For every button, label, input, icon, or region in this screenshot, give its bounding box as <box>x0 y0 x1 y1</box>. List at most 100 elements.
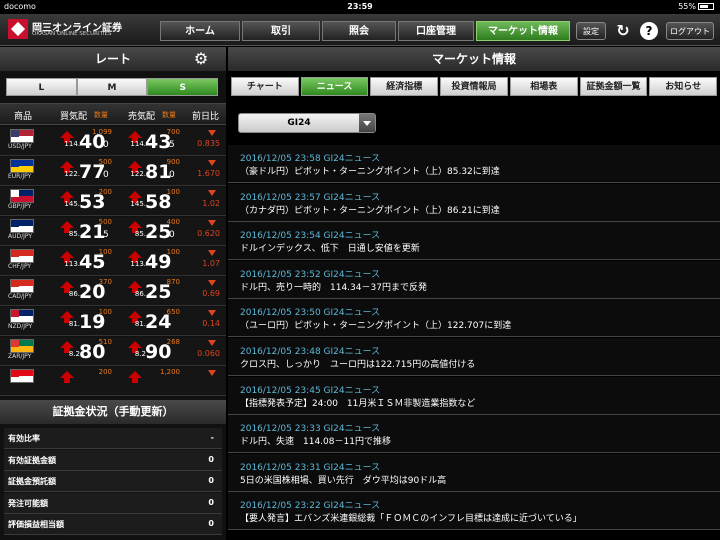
news-item[interactable]: 2016/12/05 23:54 GI24ニュース ドルインデックス、低下 日通し… <box>228 222 720 261</box>
bid-price[interactable]: 21 <box>79 221 105 243</box>
rate-row[interactable]: GBP/JPY 200 145. 53 100 145. 58 1.02 <box>0 187 226 216</box>
bid-prefix: 114. <box>64 140 80 148</box>
battery: 55% <box>678 2 714 11</box>
ask-up-arrow-icon <box>128 191 142 203</box>
news-item[interactable]: 2016/12/05 23:45 GI24ニュース 【指標発表予定】24:00 1… <box>228 376 720 415</box>
news-source-select[interactable]: GI24 <box>238 113 376 133</box>
news-item[interactable]: 2016/12/05 23:57 GI24ニュース （カナダ円）ピボット・ターニン… <box>228 183 720 222</box>
refresh-icon[interactable]: ↻ <box>614 22 632 40</box>
news-item[interactable]: 2016/12/05 23:48 GI24ニュース クロス円、しっかり ユーロ円は… <box>228 338 720 376</box>
ask-price[interactable]: 25 <box>145 221 171 243</box>
news-source-value: GI24 <box>287 118 311 128</box>
news-date: 2016/12/05 23:33 GI24ニュース <box>240 424 381 435</box>
news-date: 2016/12/05 23:22 GI24ニュース <box>240 501 381 512</box>
rate-row[interactable]: NZD/JPY 100 81. 19 650 81. 24 0.14 <box>0 307 226 336</box>
logout-button[interactable]: ログアウト <box>666 22 714 40</box>
news-headline: ドル円、失速 114.08－11円で推移 <box>240 437 391 448</box>
ask-price[interactable]: 43 <box>145 131 171 153</box>
bid-price[interactable]: 19 <box>79 311 105 333</box>
rate-row[interactable]: 200 1,200 <box>0 367 226 396</box>
help-icon[interactable]: ? <box>640 22 658 40</box>
change-arrow-icon <box>208 190 216 196</box>
rate-row[interactable]: AUD/JPY 500 85. 21 5 400 85. 25 0 0.620 <box>0 217 226 246</box>
bid-up-arrow-icon <box>60 251 74 263</box>
news-item[interactable]: 2016/12/05 23:50 GI24ニュース （ユーロ円）ピボット・ターニン… <box>228 299 720 338</box>
news-item[interactable]: 2016/12/05 23:52 GI24ニュース ドル円、売り一時的 114.3… <box>228 260 720 299</box>
rate-row[interactable]: EUR/JPY 500 122. 77 0 900 122. 81 0 1.67… <box>0 157 226 186</box>
ask-quantity: 1,200 <box>159 368 180 376</box>
margin-value: - <box>210 433 214 442</box>
rate-panel: レート ⚙ L M S 商品 買気配 数量 売気配 数量 前日比 USD/JPY… <box>0 47 226 540</box>
nav-home[interactable]: ホーム <box>160 21 240 41</box>
bid-up-arrow-icon <box>60 311 74 323</box>
currency-flag-icon <box>10 279 34 293</box>
tab-notices[interactable]: お知らせ <box>649 77 718 96</box>
bid-price[interactable]: 80 <box>79 341 105 363</box>
gear-icon[interactable]: ⚙ <box>192 50 210 68</box>
market-tabs: チャート ニュース 経済指標 投資情報局 相場表 証拠金額一覧 お知らせ <box>228 77 720 97</box>
nav-inquiry[interactable]: 照会 <box>322 21 396 41</box>
bid-suffix: 0 <box>103 140 109 150</box>
size-m-button[interactable]: M <box>76 78 148 96</box>
ask-up-arrow-icon <box>128 251 142 263</box>
ask-price[interactable]: 81 <box>145 161 171 183</box>
bid-price[interactable]: 77 <box>79 161 105 183</box>
margin-row: 有効比率 - <box>4 428 222 449</box>
tab-news[interactable]: ニュース <box>300 77 369 96</box>
bid-suffix: 0 <box>103 170 109 180</box>
margin-title[interactable]: 証拠金状況（手動更新） <box>0 400 226 424</box>
news-headline: （ユーロ円）ピボット・ターニングポイント（上）122.707に到達 <box>240 321 512 332</box>
tab-economic-indicators[interactable]: 経済指標 <box>370 77 439 96</box>
currency-pair: GBP/JPY <box>8 203 32 210</box>
ask-price[interactable]: 24 <box>145 311 171 333</box>
tab-investment-info[interactable]: 投資情報局 <box>440 77 508 96</box>
tab-margin-list[interactable]: 証拠金額一覧 <box>579 77 648 96</box>
bid-price[interactable]: 53 <box>79 191 105 213</box>
currency-pair: NZD/JPY <box>8 323 33 330</box>
ask-price[interactable]: 90 <box>145 341 171 363</box>
ask-prefix: 145. <box>130 200 146 208</box>
currency-pair: USD/JPY <box>8 143 32 150</box>
bid-price[interactable]: 40 <box>79 131 105 153</box>
rate-row[interactable]: ZAR/JPY 510 8.2 80 268 8.2 90 0.060 <box>0 337 226 366</box>
rate-row[interactable]: CAD/JPY 370 86. 20 870 86. 25 0.69 <box>0 277 226 306</box>
ask-price[interactable]: 25 <box>145 281 171 303</box>
logo-mark-icon <box>8 19 28 39</box>
news-date: 2016/12/05 23:54 GI24ニュース <box>240 231 381 242</box>
settings-button[interactable]: 設定 <box>576 22 606 40</box>
margin-label: 有効証拠金額 <box>8 455 56 465</box>
margin-row: 証拠金預託額 0 <box>4 471 222 492</box>
nav-trade[interactable]: 取引 <box>242 21 320 41</box>
market-info-title: マーケット情報 <box>228 47 720 71</box>
margin-label: 証拠金預託額 <box>8 477 56 486</box>
size-s-button[interactable]: S <box>147 78 219 96</box>
day-change: 0.620 <box>197 229 220 238</box>
news-item[interactable]: 2016/12/05 23:58 GI24ニュース （豪ドル円）ピボット・ターニン… <box>228 145 720 183</box>
news-item[interactable]: 2016/12/05 23:33 GI24ニュース ドル円、失速 114.08－1… <box>228 415 720 454</box>
rate-row[interactable]: USD/JPY 1,099 114. 40 0 700 114. 43 5 0.… <box>0 127 226 156</box>
nav-account[interactable]: 口座管理 <box>398 21 474 41</box>
margin-value: 0 <box>208 476 214 485</box>
bid-price[interactable]: 45 <box>79 251 105 273</box>
ask-price[interactable]: 58 <box>145 191 171 213</box>
rate-row[interactable]: CHF/JPY 100 113. 45 100 113. 49 1.07 <box>0 247 226 276</box>
news-item[interactable]: 2016/12/05 23:22 GI24ニュース【要人発言】エバンズ米連銀総裁… <box>228 492 720 531</box>
day-change: 0.835 <box>197 139 220 148</box>
ask-suffix: 5 <box>169 140 175 150</box>
ask-price[interactable]: 49 <box>145 251 171 273</box>
size-l-button[interactable]: L <box>6 78 77 96</box>
tab-chart[interactable]: チャート <box>231 77 299 96</box>
ask-up-arrow-icon <box>128 281 142 293</box>
news-date: 2016/12/05 23:57 GI24ニュース <box>240 192 381 203</box>
news-item[interactable]: 2016/12/05 23:31 GI24ニュース 5日の米国株相場、買い先行 ダ… <box>228 453 720 492</box>
news-headline: 【要人発言】エバンズ米連銀総裁「ＦＯＭＣのインフレ目標は達成に近づいている」 <box>240 514 582 525</box>
day-change: 0.14 <box>202 319 220 328</box>
news-headline: 5日の米国株相場、買い先行 ダウ平均は90ドル高 <box>240 475 447 486</box>
bid-prefix: 8.2 <box>68 350 80 358</box>
news-date: 2016/12/05 23:52 GI24ニュース <box>240 269 381 280</box>
bid-up-arrow-icon <box>60 161 74 173</box>
tab-quote-table[interactable]: 相場表 <box>509 77 578 96</box>
bid-price[interactable]: 20 <box>79 281 105 303</box>
news-date: 2016/12/05 23:31 GI24ニュース <box>240 462 381 473</box>
nav-market-info[interactable]: マーケット情報 <box>476 21 570 41</box>
